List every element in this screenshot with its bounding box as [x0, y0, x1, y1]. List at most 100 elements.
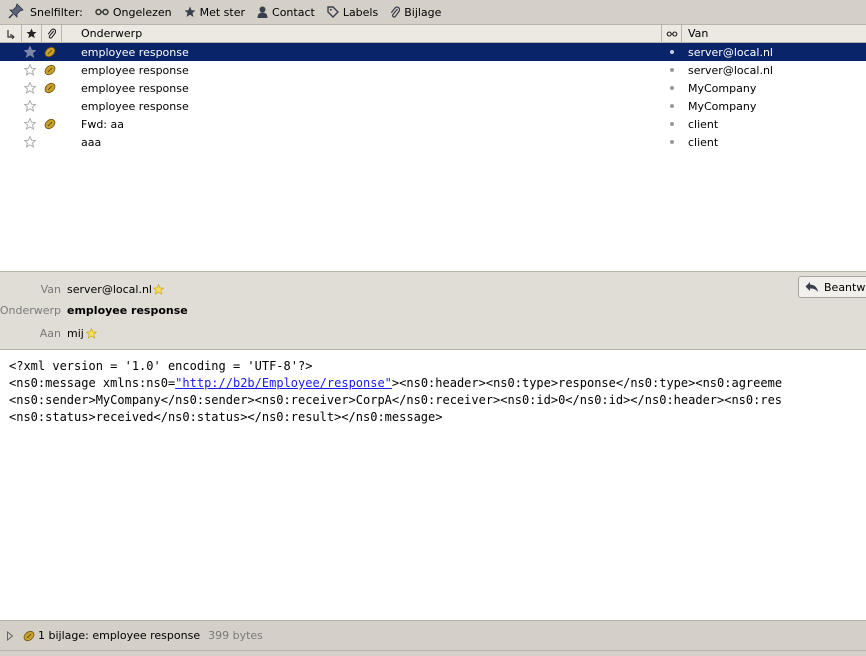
filter-unread-label: Ongelezen: [112, 5, 172, 19]
star-cell[interactable]: [24, 79, 36, 97]
attachment-cell: [44, 61, 56, 79]
star-icon[interactable]: [24, 46, 36, 58]
star-icon[interactable]: [24, 100, 36, 112]
subject-value: employee response: [67, 304, 188, 317]
subject-label: Onderwerp: [0, 304, 61, 317]
filter-contact-button[interactable]: Contact: [257, 0, 315, 25]
star-icon[interactable]: [24, 64, 36, 76]
thread-from: MyCompany: [688, 99, 757, 113]
read-status-cell[interactable]: [670, 97, 674, 115]
star-cell[interactable]: [24, 97, 36, 115]
reply-button-label: Beantwo: [824, 280, 866, 294]
thread-from: client: [688, 117, 719, 131]
read-column-header[interactable]: [662, 25, 682, 42]
star-icon[interactable]: [24, 136, 36, 148]
thread-row[interactable]: employee response server@local.nl: [0, 61, 866, 79]
glasses-icon: [666, 30, 677, 37]
read-status-cell[interactable]: [670, 43, 674, 61]
thread-column-toggle[interactable]: [0, 25, 22, 42]
filter-starred-label: Met ster: [199, 5, 246, 19]
to-address[interactable]: mij: [67, 327, 84, 340]
from-column-label: Van: [688, 27, 709, 40]
read-status-dot[interactable]: [670, 86, 674, 90]
read-status-cell[interactable]: [670, 79, 674, 97]
star-cell[interactable]: [24, 133, 36, 151]
read-status-cell[interactable]: [670, 133, 674, 151]
to-value[interactable]: mij: [67, 327, 97, 340]
glasses-icon: [95, 8, 109, 16]
thread-subject: employee response: [81, 63, 189, 77]
from-address[interactable]: server@local.nl: [67, 283, 152, 296]
thread-from: server@local.nl: [688, 63, 773, 77]
attachment-cell: [44, 43, 56, 61]
thread-from: server@local.nl: [688, 45, 773, 59]
read-status-dot[interactable]: [670, 50, 674, 54]
thread-from: MyCompany: [688, 81, 757, 95]
reply-button[interactable]: Beantwo: [798, 276, 866, 298]
read-status-dot[interactable]: [670, 122, 674, 126]
filter-contact-label: Contact: [272, 5, 315, 19]
attachment-icon: [44, 82, 56, 94]
filter-starred-button[interactable]: Met ster: [184, 0, 245, 25]
star-icon[interactable]: [24, 118, 36, 130]
body-line-2-suffix: ><ns0:header><ns0:type>response</ns0:typ…: [391, 376, 783, 390]
status-strip: [0, 650, 866, 656]
star-icon[interactable]: [152, 284, 164, 295]
star-cell[interactable]: [24, 61, 36, 79]
from-value[interactable]: server@local.nl: [67, 283, 164, 296]
namespace-link[interactable]: "http://b2b/Employee/response": [175, 376, 392, 390]
star-cell[interactable]: [24, 43, 36, 61]
message-header-pane: Van server@local.nl Onderwerp employee r…: [0, 271, 866, 350]
body-line-2: <ns0:message xmlns:ns0="http://b2b/Emplo…: [9, 376, 782, 390]
message-body: <?xml version = '1.0' encoding = 'UTF-8'…: [0, 350, 866, 620]
body-line-2-prefix: <ns0:message xmlns:ns0=: [9, 376, 176, 390]
thread-subject: Fwd: aa: [81, 117, 124, 131]
thread-subject: employee response: [81, 45, 189, 59]
thread-icon: [6, 29, 15, 39]
tag-icon: [327, 6, 339, 18]
attachment-summary[interactable]: 1 bijlage: employee response: [38, 629, 200, 642]
pin-icon[interactable]: [8, 2, 24, 22]
read-status-cell[interactable]: [670, 61, 674, 79]
filter-labels-label: Labels: [342, 5, 379, 19]
thread-row[interactable]: employee response MyCompany: [0, 79, 866, 97]
read-status-dot[interactable]: [670, 68, 674, 72]
read-status-dot[interactable]: [670, 140, 674, 144]
attachment-column-header[interactable]: [42, 25, 62, 42]
filter-attachment-button[interactable]: Bijlage: [390, 0, 441, 25]
attachment-cell: [44, 115, 56, 133]
filter-labels-button[interactable]: Labels: [327, 0, 378, 25]
person-icon: [257, 6, 268, 18]
body-line-1: <?xml version = '1.0' encoding = 'UTF-8'…: [9, 359, 313, 373]
to-label: Aan: [39, 327, 61, 340]
subject-column-header[interactable]: Onderwerp: [62, 25, 662, 42]
attachment-icon: [44, 118, 56, 130]
star-cell[interactable]: [24, 115, 36, 133]
thread-row[interactable]: Fwd: aa client: [0, 115, 866, 133]
expand-triangle-icon[interactable]: [6, 630, 14, 641]
attachment-bar: 1 bijlage: employee response 399 bytes: [0, 620, 866, 650]
filter-attachment-label: Bijlage: [404, 5, 442, 19]
attachment-cell: [44, 79, 56, 97]
thread-row[interactable]: employee response server@local.nl: [0, 43, 866, 61]
thread-subject: employee response: [81, 99, 189, 113]
thread-list-header: Onderwerp Van: [0, 25, 866, 43]
thread-row[interactable]: employee response MyCompany: [0, 97, 866, 115]
quick-filter-label: Snelfilter:: [30, 5, 83, 19]
star-column-header[interactable]: [22, 25, 42, 42]
read-status-dot[interactable]: [670, 104, 674, 108]
paperclip-icon: [23, 630, 35, 641]
read-status-cell[interactable]: [670, 115, 674, 133]
paperclip-icon: [47, 28, 56, 39]
body-line-3: <ns0:sender>MyCompany</ns0:sender><ns0:r…: [9, 393, 783, 407]
star-icon[interactable]: [85, 328, 97, 339]
star-icon: [26, 28, 37, 39]
thread-pane: Onderwerp Van employee response server@lo…: [0, 25, 866, 271]
thread-from: client: [688, 135, 719, 149]
filter-unread-button[interactable]: Ongelezen: [95, 0, 172, 25]
thread-row[interactable]: aaa client: [0, 133, 866, 151]
star-icon[interactable]: [24, 82, 36, 94]
reply-arrow-icon: [805, 282, 818, 292]
from-column-header[interactable]: Van: [682, 25, 866, 42]
thread-subject: aaa: [81, 135, 102, 149]
